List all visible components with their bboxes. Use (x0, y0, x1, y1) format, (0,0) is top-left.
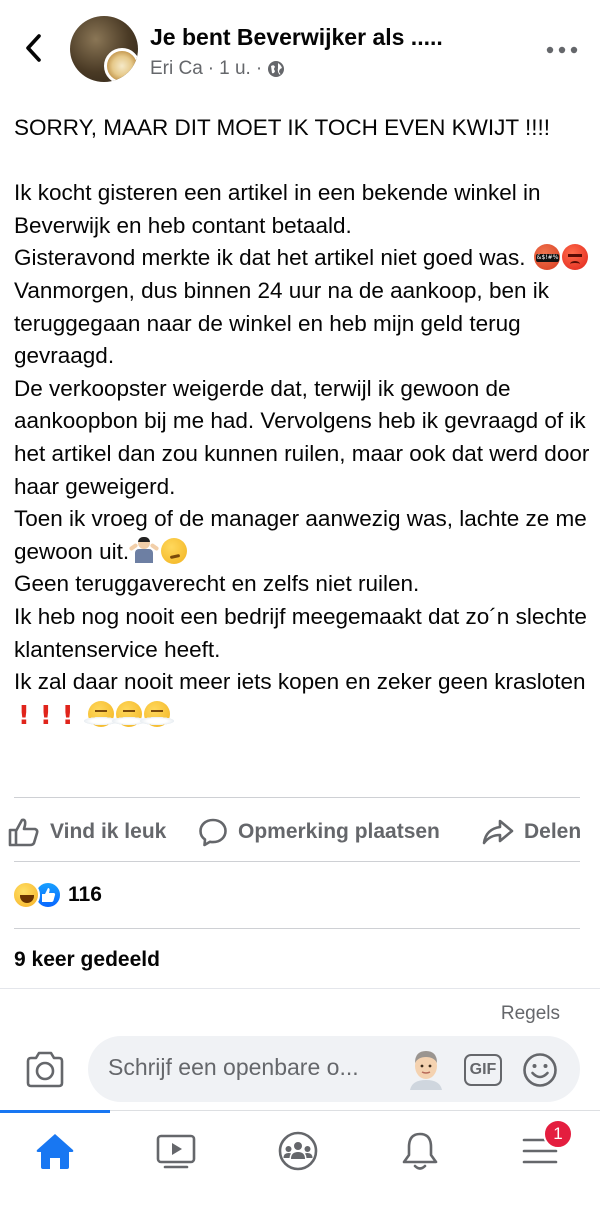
avatar-icon (410, 1051, 442, 1090)
more-options-button[interactable] (544, 40, 580, 60)
gif-button[interactable]: GIF (464, 1054, 502, 1086)
thumbs-up-icon (8, 818, 39, 847)
meta-separator: · (255, 58, 263, 79)
post-line: Ik kocht gisteren een artikel in een bek… (14, 180, 547, 238)
reaction-summary[interactable]: 116 (12, 878, 102, 912)
post-line-with-emoji: Ik zal daar nooit meer iets kopen en zek… (14, 666, 592, 732)
more-horizontal-icon (546, 46, 578, 54)
post-line: Vanmorgen, dus binnen 24 uur na de aanko… (14, 277, 556, 369)
post-line: Gisteravond merkte ik dat het artikel ni… (14, 245, 526, 271)
back-button[interactable] (18, 30, 48, 66)
emoji-button[interactable] (522, 1052, 558, 1088)
video-icon (156, 1134, 196, 1169)
tab-notifications[interactable] (398, 1129, 442, 1173)
post-line: Ik heb nog nooit een bedrijf meegemaakt … (14, 603, 594, 662)
group-avatar[interactable] (70, 16, 138, 82)
post-line: Toen ik vroeg of de manager aanwezig was… (14, 506, 594, 564)
face-with-symbols-icon (533, 244, 560, 271)
post-line-with-emoji: Gisteravond merkte ik dat het artikel ni… (14, 242, 592, 275)
post-line: Ik zal daar nooit meer iets kopen en zek… (14, 669, 586, 695)
camera-button[interactable] (24, 1050, 66, 1090)
divider (0, 988, 600, 989)
avatar-button[interactable] (408, 1048, 444, 1090)
comment-label: Opmerking plaatsen (238, 820, 440, 843)
bottom-tab-bar (0, 1110, 600, 1209)
camera-icon (26, 1051, 64, 1088)
post-meta: Eri Ca · 1 u. · (150, 58, 285, 80)
comment-composer: Schrijf een openbare o... GIF (0, 1036, 600, 1104)
post-blank-line (14, 145, 592, 178)
steam-face-icon (83, 700, 118, 727)
groups-icon (278, 1131, 318, 1171)
post-line: De verkoopster weigerde dat, terwijl ik … (14, 375, 596, 499)
smiley-icon (523, 1053, 557, 1087)
exclamation-icon: ! (39, 700, 52, 731)
like-label: Vind ik leuk (50, 820, 167, 843)
share-button[interactable]: Delen (482, 804, 581, 860)
divider (14, 797, 580, 798)
chevron-left-icon (26, 34, 41, 62)
exclamation-icon: ! (18, 700, 30, 731)
post-time[interactable]: 1 u. (219, 58, 251, 80)
steam-face-icon (139, 700, 174, 727)
author-name[interactable]: Eri Ca (150, 58, 203, 80)
comment-input[interactable]: Schrijf een openbare o... GIF (88, 1036, 580, 1102)
comment-button[interactable]: Opmerking plaatsen (198, 804, 440, 860)
comment-icon (199, 818, 227, 847)
menu-notification-badge: 1 (543, 1119, 573, 1149)
steam-face-icon (111, 700, 146, 727)
thinking-face-icon (161, 537, 188, 564)
group-title[interactable]: Je bent Beverwijker als ..... (150, 24, 443, 51)
divider (14, 928, 580, 929)
comment-placeholder: Schrijf een openbare o... (108, 1054, 359, 1080)
divider (14, 861, 580, 862)
post-actions: Vind ik leuk Opmerking plaatsen Delen (0, 804, 600, 860)
share-icon (482, 819, 514, 845)
post-body: SORRY, MAAR DIT MOET IK TOCH EVEN KWIJT … (14, 112, 592, 732)
meta-separator: · (207, 58, 215, 79)
author-avatar[interactable] (104, 48, 138, 82)
share-count[interactable]: 9 keer gedeeld (14, 948, 160, 972)
exclamation-icon: ! (61, 700, 74, 731)
pouting-face-icon (561, 244, 588, 271)
man-shrugging-icon (128, 536, 160, 563)
reaction-count: 116 (68, 883, 102, 906)
post-line: SORRY, MAAR DIT MOET IK TOCH EVEN KWIJT … (14, 115, 550, 140)
post-line-with-emoji: Toen ik vroeg of de manager aanwezig was… (14, 503, 592, 568)
active-tab-indicator (0, 1110, 110, 1113)
rules-link[interactable]: Regels (501, 1003, 560, 1025)
post-header: Je bent Beverwijker als ..... Eri Ca · 1… (0, 0, 600, 98)
bell-icon (402, 1132, 438, 1170)
share-label: Delen (524, 820, 582, 843)
haha-reaction-icon (12, 881, 40, 909)
globe-icon (268, 61, 285, 77)
like-button[interactable]: Vind ik leuk (8, 804, 166, 860)
tab-home[interactable] (33, 1129, 77, 1173)
post-line: Geen teruggaverecht en zelfs niet ruilen… (14, 571, 420, 597)
tab-groups[interactable] (276, 1129, 320, 1173)
home-icon (36, 1134, 74, 1169)
tab-video[interactable] (154, 1129, 198, 1173)
